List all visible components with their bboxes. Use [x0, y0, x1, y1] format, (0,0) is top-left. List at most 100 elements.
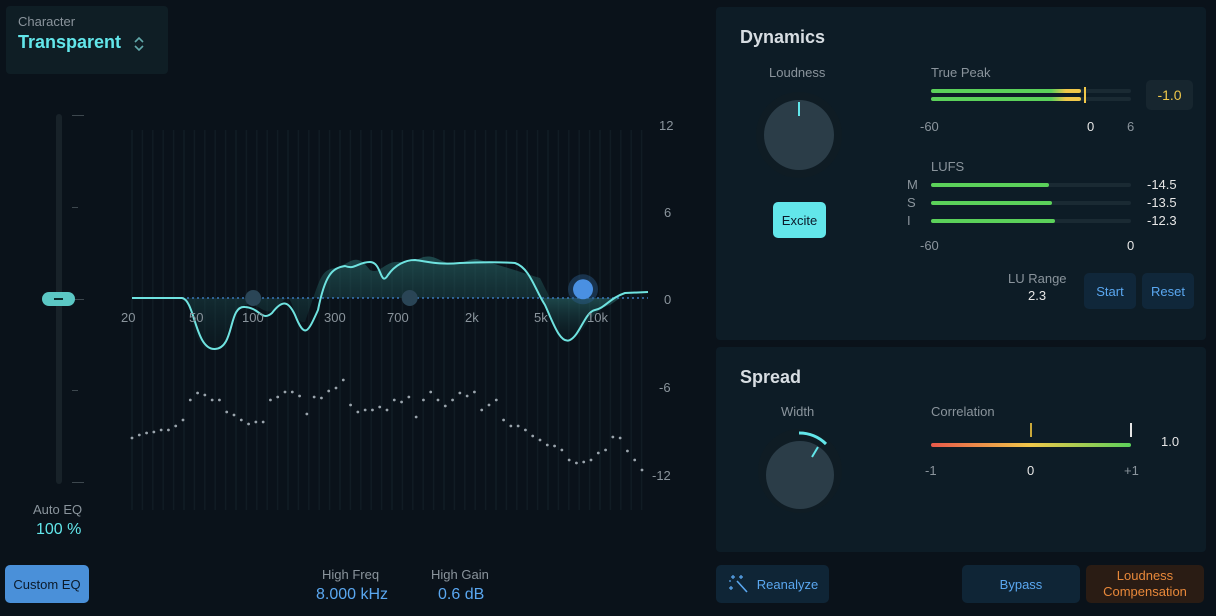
spectrum-peak: [589, 458, 593, 462]
correlation-value-marker: [1130, 423, 1132, 437]
lufs-label: LUFS: [931, 159, 965, 174]
spectrum-peak: [429, 390, 433, 394]
auto-eq-value: 100 %: [36, 521, 82, 538]
loudness-compensation-line1: Loudness: [1116, 568, 1174, 583]
correlation-scale-min: -1: [925, 463, 937, 478]
true-peak-scale-min: -60: [920, 119, 939, 134]
slider-tick: [72, 115, 84, 116]
spectrum-peak: [392, 398, 396, 402]
spectrum-peak: [349, 403, 352, 407]
spectrum-peak: [626, 449, 629, 453]
spectrum-peak: [422, 398, 425, 402]
lufs-scale-min: -60: [920, 238, 939, 253]
spectrum-peak: [451, 398, 454, 402]
chevron-up-down-icon[interactable]: [132, 36, 146, 52]
character-label: Character: [18, 14, 76, 29]
lu-range-label: LU Range: [1008, 271, 1067, 286]
spectrum-peak: [159, 428, 163, 432]
spectrum-peak: [371, 408, 374, 412]
lufs-channel-label: I: [907, 213, 911, 228]
lufs-value: -14.5: [1147, 177, 1177, 192]
character-value[interactable]: Transparent: [18, 32, 121, 53]
spectrum-peak: [524, 428, 527, 432]
high-gain-label: High Gain: [431, 567, 489, 582]
freq-label: 50: [189, 310, 204, 325]
spectrum-peak: [334, 386, 338, 390]
spectrum-peak: [218, 398, 221, 402]
spectrum-peak: [443, 404, 447, 408]
loudness-compensation-button[interactable]: Loudness Compensation: [1086, 565, 1204, 603]
spectrum-peak: [305, 412, 309, 416]
spectrum-peak: [618, 436, 622, 440]
spectrum-peak: [575, 461, 578, 465]
freq-label: 5k: [534, 310, 548, 325]
true-peak-meter-l: [931, 89, 1081, 93]
reset-button[interactable]: Reset: [1142, 273, 1194, 309]
eq-node[interactable]: [401, 290, 418, 306]
spectrum-peak: [516, 424, 520, 428]
reanalyze-label: Reanalyze: [756, 576, 819, 592]
spectrum-peak: [611, 435, 615, 439]
eq-curve-fill-high: [542, 298, 620, 341]
spectrum-peak: [152, 430, 156, 434]
spectrum-peak: [239, 418, 243, 422]
spectrum-peak: [560, 448, 564, 452]
loudness-knob[interactable]: [764, 100, 834, 170]
freq-label: 700: [387, 310, 409, 325]
spectrum-peak: [196, 391, 199, 395]
spectrum-peak: [400, 400, 403, 404]
spectrum-peak: [473, 390, 476, 394]
freq-label: 20: [121, 310, 136, 325]
spectrum-peak: [276, 395, 280, 399]
spectrum-peak: [596, 451, 600, 455]
spectrum-peak: [298, 394, 301, 398]
correlation-scale-zero: 0: [1027, 463, 1035, 478]
magic-wand-icon: [728, 575, 748, 593]
lufs-meter-fill: [931, 183, 1049, 187]
lufs-channel-label: M: [907, 177, 918, 192]
lufs-meter-fill: [931, 219, 1055, 223]
spectrum-peak: [232, 413, 236, 417]
eq-node[interactable]: [245, 290, 262, 306]
spectrum-peak: [509, 424, 513, 428]
spectrum-peak: [341, 378, 345, 382]
spectrum-peak: [225, 410, 229, 414]
eq-node[interactable]: [573, 279, 594, 300]
slider-tick: [72, 207, 78, 208]
spectrum-peak: [137, 433, 141, 437]
correlation-value: 1.0: [1161, 434, 1180, 449]
bypass-button[interactable]: Bypass: [962, 565, 1080, 603]
spectrum-peak: [494, 398, 498, 402]
lufs-value: -13.5: [1147, 195, 1177, 210]
correlation-scale-max: +1: [1124, 463, 1139, 478]
high-gain-value[interactable]: 0.6 dB: [438, 586, 484, 604]
lu-range-value: 2.3: [1028, 288, 1047, 303]
gain-label: -12: [652, 468, 671, 483]
spectrum-peak: [254, 420, 258, 424]
true-peak-meter-r: [931, 97, 1081, 101]
spectrum-peak: [320, 396, 323, 400]
true-peak-scale-zero: 0: [1087, 119, 1095, 134]
auto-eq-label: Auto EQ: [33, 502, 83, 517]
custom-eq-button[interactable]: Custom EQ: [5, 565, 89, 603]
lufs-channel-label: S: [907, 195, 916, 210]
high-freq-label: High Freq: [322, 567, 380, 582]
spread-title: Spread: [740, 367, 802, 387]
auto-eq-slider-thumb[interactable]: [42, 292, 75, 306]
spectrum-peak: [502, 418, 505, 422]
width-knob[interactable]: [754, 425, 846, 517]
gain-label: -6: [659, 380, 671, 395]
lufs-value: -12.3: [1147, 213, 1177, 228]
spectrum-peak: [174, 424, 178, 428]
spectrum-peak: [188, 398, 192, 402]
spectrum-peak: [181, 418, 185, 422]
correlation-label: Correlation: [931, 404, 995, 419]
spectrum-peak: [210, 398, 214, 402]
spectrum-peak: [261, 420, 265, 424]
start-button[interactable]: Start: [1084, 273, 1136, 309]
reanalyze-button[interactable]: Reanalyze: [716, 565, 829, 603]
high-freq-value[interactable]: 8.000 kHz: [316, 586, 388, 604]
freq-label: 100: [242, 310, 264, 325]
excite-button[interactable]: Excite: [773, 202, 826, 238]
spectrum-peak: [145, 431, 148, 435]
